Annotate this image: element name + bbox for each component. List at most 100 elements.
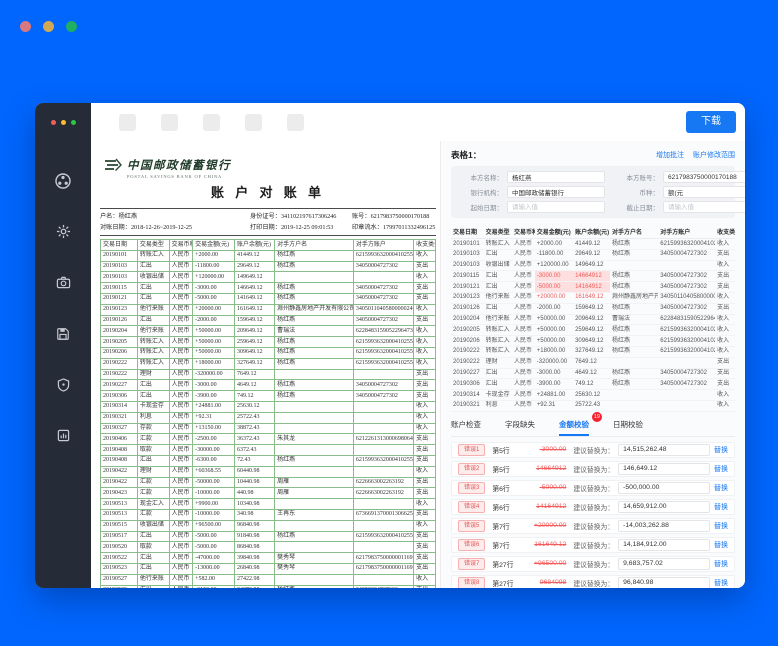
table-cell: -5000.00 [192,530,235,543]
table-row[interactable]: 20190222 转账汇入 人民币 +18000.00 327649.12 杨红燕 6215… [100,357,436,370]
suggestion-value-input[interactable] [618,576,711,588]
table-row[interactable]: 20190115 汇出 人民币 -3000.00 146649.12 杨红燕 3405000… [100,282,436,294]
report-icon[interactable] [35,410,91,461]
maximize-icon[interactable] [70,119,76,125]
table-row[interactable]: 20190123 他行来账 人民币 +20000.00 161649.12 滁州静鑫房地产… [451,292,735,304]
browser-maximize-icon[interactable] [66,21,77,32]
table-row[interactable]: 20190121 汇出 人民币 -5000.00 141649.12 杨红燕 3405000… [100,292,436,305]
close-icon[interactable] [50,119,56,125]
add-annotation-link[interactable]: 增加批注 [656,150,684,160]
table-cell: 他行来账 [483,314,513,326]
table-row[interactable]: 20190204 他行来账 人民币 +50000.00 209649.12 曹瑞法 6228… [451,314,735,326]
table-row[interactable]: 20190126 汇出 人民币 -2000.00 159649.12 杨红燕 3405000… [451,303,735,315]
table-row[interactable]: 20190103 收银出储 人民币 +120000.00 149649.12 收入 [100,271,436,284]
table-row[interactable]: 20190121 汇出 人民币 -5000.00 14164912 杨红燕 34050004… [451,281,735,293]
table-row[interactable]: 20190515 收银出储 人民币 +96500.00 96840.98 收入 [100,519,436,532]
table-row[interactable]: 20190423 汇款 人民币 -10000.00 440.98 周雁 6226663002… [100,487,436,500]
suggestion-value-input[interactable] [618,538,711,551]
browser-minimize-icon[interactable] [43,21,54,32]
shield-icon[interactable] [35,359,91,410]
replace-link[interactable]: 替换 [714,445,728,455]
toolbar-button-3[interactable] [203,113,220,131]
table-row[interactable]: 20190517 汇出 人民币 -5000.00 91840.98 杨红燕 62159936… [100,530,436,543]
table-row[interactable]: 20190523 汇出 人民币 -13000.00 26840.98 樊秀琴 6217983… [100,562,436,575]
replace-link[interactable]: 替换 [714,540,728,550]
table-row[interactable]: 20190103 收银出储 人民币 +120000.00 149649.12 收入 [451,260,735,272]
replace-link[interactable]: 替换 [714,464,728,474]
table-row[interactable]: 20190513 汇款 人民币 -10000.00 340.98 王再东 673669137… [100,508,436,521]
suggestion-value-input[interactable] [618,500,711,513]
table-row[interactable]: 20190204 他行来账 人民币 +50000.00 209649.12 曹瑞法 6228… [100,325,436,338]
table-row[interactable]: 20190529汇出人民币-3150.0024272.98杨红燕34050004… [100,584,436,588]
table-row[interactable]: 20190527 他行来账 人民币 +582.00 27422.98 收入 [100,573,436,586]
error-suggestion-list: 错误1 第5行 -3000.00 建议替换为： 替换 错误2 第5行 14664… [451,441,735,588]
table-row[interactable]: 20190101 转账汇入 人民币 +2000.00 41449.12 杨红燕 621599… [100,249,436,262]
table-cell: -5000.00 [192,292,235,305]
replace-link[interactable]: 替换 [714,559,728,569]
form-field-input[interactable] [507,186,605,198]
table-row[interactable]: 20190205 转账汇入 人民币 +50000.00 259649.12 杨红燕 6215… [451,324,735,337]
save-disk-icon[interactable] [35,308,91,359]
form-field-input[interactable] [663,201,745,213]
replace-link[interactable]: 替换 [714,502,728,512]
table-row[interactable]: 20190126 汇出 人民币 -2000.00 159649.12 杨红燕 3405000… [100,314,436,327]
form-field-input[interactable] [507,201,605,213]
browser-close-icon[interactable] [20,21,31,32]
table-row[interactable]: 20190103 汇出 人民币 -11800.00 29649.12 杨红燕 3405000… [100,260,436,273]
table-row[interactable]: 20190103 汇出 人民币 -11800.00 29649.12 杨红燕 3405000… [451,249,735,261]
app-logo-icon[interactable] [35,155,91,206]
toolbar-button-5[interactable] [287,113,304,131]
form-field-input[interactable] [663,186,745,198]
table-row[interactable]: 20190520 取款 人民币 -5000.00 86840.98 支出 [100,541,436,554]
validation-tab[interactable]: 字段缺失 [505,416,535,436]
table-row[interactable]: 20190227 汇出 人民币 -3000.00 4649.12 杨红燕 340500047… [100,379,436,392]
suggestion-value-input[interactable] [618,462,711,475]
download-button[interactable]: 下载 [686,111,736,133]
table-row[interactable]: 20190422 汇款 人民币 -50000.00 10440.98 周雁 62266630… [100,476,436,489]
table-row[interactable]: 20190406 汇款 人民币 -2500.00 36372.43 朱其龙 62122613… [100,433,436,446]
table-row[interactable]: 20190306 汇出 人民币 -3900.00 749.12 杨红燕 3405000472… [100,390,436,402]
validation-tab[interactable]: 账户检查 [451,416,481,436]
suggestion-value-input[interactable] [618,443,711,456]
replace-link[interactable]: 替换 [714,578,728,588]
table-row[interactable]: 20190222 理财 人民币 -320000.00 7649.12 支出 [100,368,436,381]
table-row[interactable]: 20190321 利息 人民币 +92.31 25722.43 收入 [100,411,436,424]
replace-link[interactable]: 替换 [714,521,728,531]
table-row[interactable]: 20190408 取款 人民币 -30000.00 6372.43 支出 [100,444,436,456]
table-row[interactable]: 20190321 利息 人民币 +92.31 25722.43 收入 [451,400,735,412]
table-row[interactable]: 20190222 理财 人民币 -320000.00 7649.12 支出 [451,357,735,369]
table-row[interactable]: 20190206 转账汇入 人民币 +50000.00 309649.12 杨红燕 6215… [100,346,436,359]
table-row[interactable]: 20190101 转账汇入 人民币 +2000.00 41449.12 杨红燕 621599… [451,238,735,250]
suggestion-value-input[interactable] [618,557,711,570]
table-row[interactable]: 20190206 转账汇入 人民币 +50000.00 309649.12 杨红燕 6215… [451,335,735,347]
column-header: 收支类型 [413,239,436,251]
table-row[interactable]: 20190422 理财 人民币 +60368.55 60440.98 收入 [100,465,436,478]
toolbar-button-1[interactable] [119,113,136,131]
table-row[interactable]: 20190205 转账汇入 人民币 +50000.00 259649.12 杨红燕 6215… [100,336,436,348]
table-row[interactable]: 20190115 汇出 人民币 -3000.00 14664912 杨红燕 34050004… [451,270,735,283]
minimize-icon[interactable] [60,119,66,125]
table-row[interactable]: 20190327 存款 人民币 +13150.00 38872.43 收入 [100,422,436,435]
table-cell: 汇出 [483,303,513,315]
validation-tab[interactable]: 金额校验 19 [559,411,602,436]
camera-icon[interactable] [35,257,91,308]
form-field-input[interactable] [507,171,605,183]
table-row[interactable]: 20190408 汇出 人民币 -6300.00 72.43 杨红燕 62159936320… [100,454,436,467]
table-row[interactable]: 20190222 转账汇入 人民币 +18000.00 327649.12 杨红燕 6215… [451,346,735,358]
table-row[interactable]: 20190227 汇出 人民币 -3000.00 4649.12 杨红燕 340500047… [451,368,735,380]
suggestion-value-input[interactable] [618,481,711,494]
settings-gear-icon[interactable] [35,206,91,257]
table-row[interactable]: 20190513 现金汇入 人民币 +9900.00 10340.98 收入 [100,498,436,510]
table-row[interactable]: 20190522 汇出 人民币 -47000.00 39840.98 樊秀琴 6217983… [100,552,436,564]
form-field-input[interactable] [663,171,745,183]
table-row[interactable]: 20190306 汇出 人民币 -3900.00 749.12 杨红燕 3405000472… [451,378,735,391]
table-row[interactable]: 20190123 他行来账 人民币 +20000.00 161649.12 滁州静鑫房地产… [100,303,436,316]
replace-link[interactable]: 替换 [714,483,728,493]
table-row[interactable]: 20190314 卡现金存 人民币 +24881.00 25630.12 收入 [451,389,735,401]
account-modify-range-link[interactable]: 账户修改范围 [693,150,735,160]
table-row[interactable]: 20190314 卡现金存 人民币 +24881.00 25630.12 收入 [100,400,436,413]
toolbar-button-2[interactable] [161,113,178,131]
suggestion-value-input[interactable] [618,519,711,532]
validation-tab[interactable]: 日期校验 [613,416,643,436]
toolbar-button-4[interactable] [245,113,262,131]
